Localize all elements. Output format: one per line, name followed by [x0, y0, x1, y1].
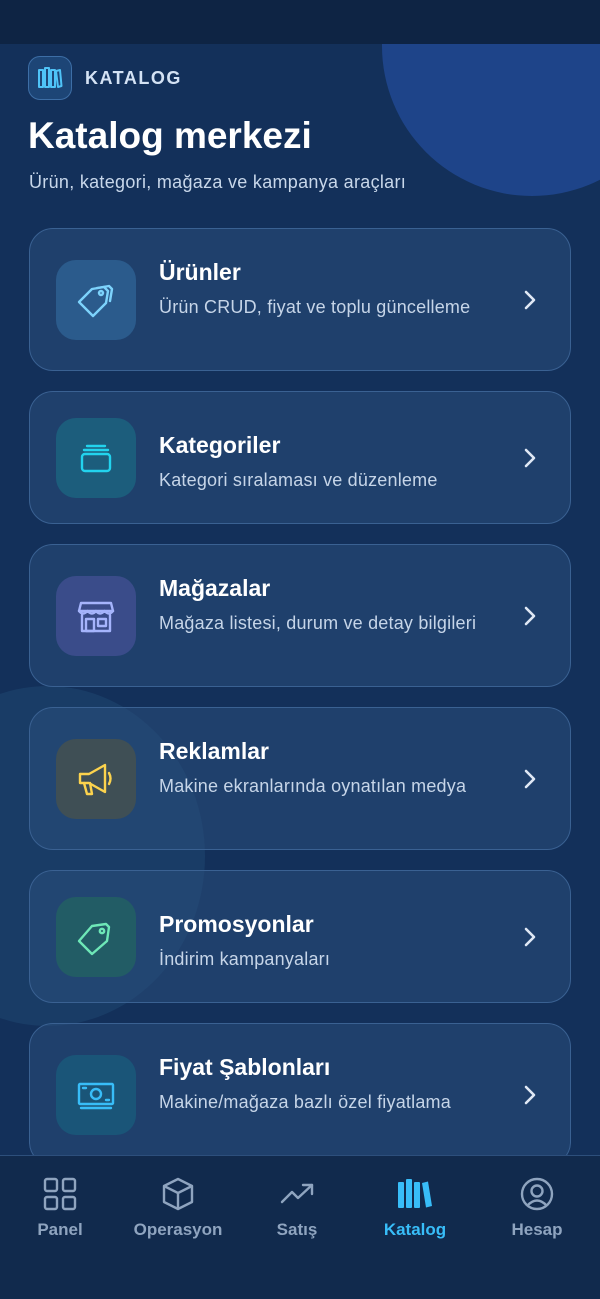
chevron-right-icon [520, 446, 540, 470]
card-description: Mağaza listesi, durum ve detay bilgileri [159, 613, 477, 633]
bottom-tab-bar: Panel Operasyon Satış Katalog Hesap [0, 1155, 600, 1299]
card-description: Makine/mağaza bazlı özel fiyatlama [159, 1092, 451, 1112]
tags-icon [56, 260, 136, 340]
card-title: Mağazalar [159, 575, 271, 601]
card-magazalar[interactable]: Mağazalar Mağaza listesi, durum ve detay… [29, 544, 571, 687]
card-fiyat-sablonlari[interactable]: Fiyat Şablonları Makine/mağaza bazlı öze… [29, 1023, 571, 1166]
box-icon [162, 1177, 194, 1211]
chevron-right-icon [520, 604, 540, 628]
tab-panel[interactable]: Panel [0, 1176, 120, 1246]
card-title: Ürünler [159, 259, 241, 285]
tab-katalog[interactable]: Katalog [355, 1176, 475, 1246]
card-reklamlar[interactable]: Reklamlar Makine ekranlarında oynatılan … [29, 707, 571, 850]
library-icon [398, 1179, 432, 1208]
library-icon [28, 56, 72, 100]
megaphone-icon [56, 739, 136, 819]
card-description: Makine ekranlarında oynatılan medya [159, 776, 467, 796]
layers-icon [56, 418, 136, 498]
tab-hesap[interactable]: Hesap [477, 1176, 597, 1246]
card-description: İndirim kampanyaları [159, 949, 331, 969]
card-promosyonlar[interactable]: Promosyonlar İndirim kampanyaları [29, 870, 571, 1003]
page-subtitle: Ürün, kategori, mağaza ve kampanya araçl… [29, 172, 407, 192]
user-circle-icon [520, 1177, 554, 1211]
section-badge: KATALOG [28, 56, 182, 100]
card-description: Kategori sıralaması ve düzenleme [159, 470, 438, 490]
store-icon [56, 576, 136, 656]
tab-label: Operasyon [133, 1220, 223, 1239]
card-title: Fiyat Şablonları [159, 1054, 331, 1080]
page-title: Katalog merkezi [28, 115, 312, 156]
grid-icon [43, 1177, 77, 1211]
tab-label: Panel [37, 1220, 83, 1239]
card-kategoriler[interactable]: Kategoriler Kategori sıralaması ve düzen… [29, 391, 571, 524]
tab-label: Hesap [511, 1220, 563, 1239]
chevron-right-icon [520, 767, 540, 791]
chevron-right-icon [520, 288, 540, 312]
tag-icon [56, 897, 136, 977]
decorative-circle-top [382, 44, 600, 196]
card-title: Kategoriler [159, 432, 281, 458]
card-title: Reklamlar [159, 738, 269, 764]
card-title: Promosyonlar [159, 911, 314, 937]
tab-label: Satış [276, 1220, 318, 1239]
tab-satis[interactable]: Satış [237, 1176, 357, 1246]
chevron-right-icon [520, 1083, 540, 1107]
tab-operasyon[interactable]: Operasyon [118, 1176, 238, 1246]
card-urunler[interactable]: Ürünler Ürün CRUD, fiyat ve toplu güncel… [29, 228, 571, 371]
catalog-screen: KATALOG Katalog merkezi Ürün, kategori, … [0, 44, 600, 1299]
section-badge-label: KATALOG [85, 67, 182, 88]
card-description: Ürün CRUD, fiyat ve toplu güncelleme [159, 297, 471, 317]
status-bar [0, 0, 600, 44]
trending-up-icon [280, 1183, 314, 1204]
banknote-icon [56, 1055, 136, 1135]
tab-label: Katalog [383, 1220, 447, 1239]
chevron-right-icon [520, 925, 540, 949]
